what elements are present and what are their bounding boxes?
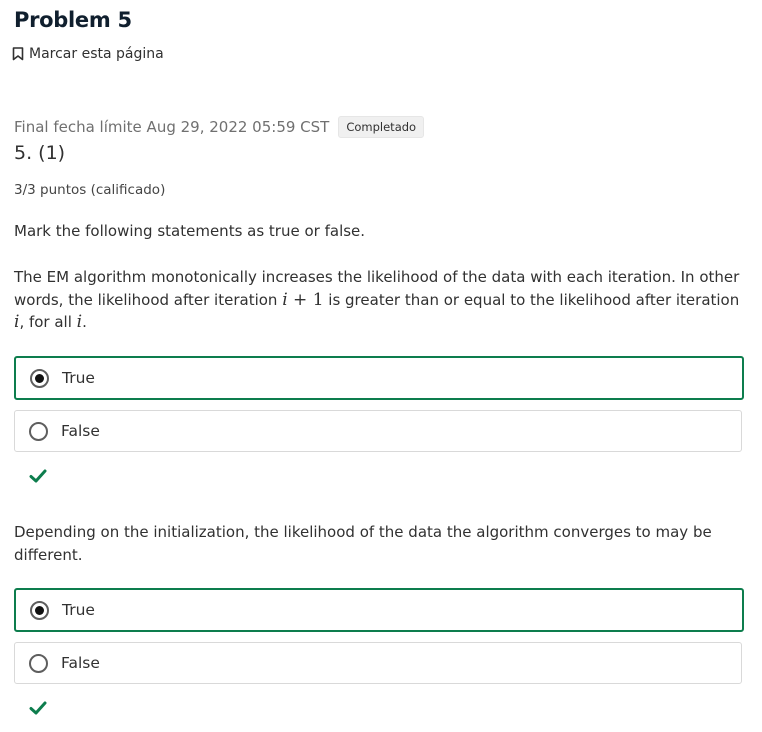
status-badge: Completado bbox=[338, 116, 425, 138]
instructions: Mark the following statements as true or… bbox=[14, 222, 366, 240]
problem-number: 5. (1) bbox=[14, 142, 66, 164]
option-label: False bbox=[61, 654, 100, 672]
question-2-statement: Depending on the initialization, the lik… bbox=[14, 523, 712, 564]
math-plus-one: + 1 bbox=[287, 289, 324, 310]
bookmark-icon bbox=[12, 47, 24, 61]
checkmark-icon bbox=[29, 701, 47, 715]
bookmark-label: Marcar esta página bbox=[29, 46, 164, 62]
page-title: Problem 5 bbox=[14, 8, 132, 32]
radio-button[interactable] bbox=[29, 653, 48, 673]
radio-button-selected[interactable] bbox=[30, 368, 49, 388]
question-1-statement: The EM algorithm monotonically increases… bbox=[14, 268, 740, 332]
question-1-option-true[interactable]: True bbox=[14, 356, 744, 400]
deadline-text: Final fecha límite Aug 29, 2022 05:59 CS… bbox=[14, 118, 330, 136]
checkmark-icon bbox=[29, 469, 47, 483]
points-display: 3/3 puntos (calificado) bbox=[14, 182, 166, 198]
option-label: True bbox=[62, 601, 95, 619]
option-label: True bbox=[62, 369, 95, 387]
question-2-option-true[interactable]: True bbox=[14, 588, 744, 632]
radio-button-selected[interactable] bbox=[30, 600, 49, 620]
deadline: Final fecha límite Aug 29, 2022 05:59 CS… bbox=[14, 116, 425, 138]
question-2-option-false[interactable]: False bbox=[14, 642, 742, 684]
question-1-option-false[interactable]: False bbox=[14, 410, 742, 452]
bookmark-button[interactable]: Marcar esta página bbox=[12, 46, 164, 62]
option-label: False bbox=[61, 422, 100, 440]
radio-button[interactable] bbox=[29, 421, 48, 441]
